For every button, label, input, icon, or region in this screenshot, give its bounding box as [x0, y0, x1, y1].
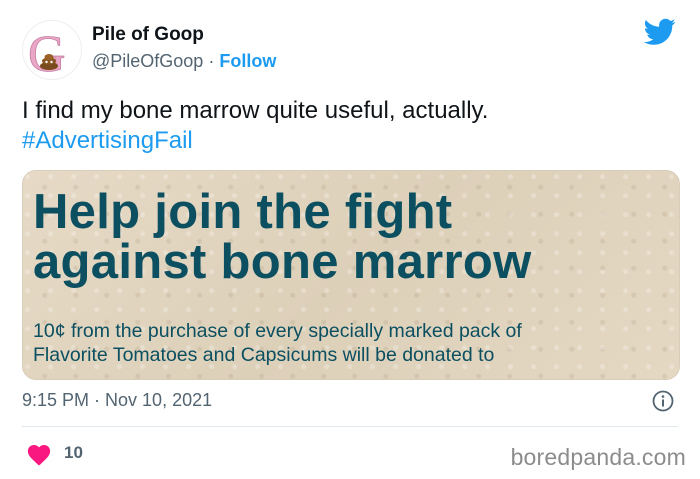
author-handle-row: @PileOfGoop · Follow [92, 51, 276, 72]
tweet-text: I find my bone marrow quite useful, actu… [22, 96, 672, 156]
svg-text:G: G [28, 26, 66, 79]
ad-headline-line-1: Help join the fight [33, 185, 453, 239]
pile-of-goop-logo-icon: G [28, 26, 66, 79]
tweet-body: I find my bone marrow quite useful, actu… [22, 97, 489, 124]
follow-button[interactable]: Follow [219, 51, 276, 71]
ad-body-line-1: 10¢ from the purchase of every specially… [33, 320, 522, 342]
avatar[interactable]: G [22, 20, 82, 80]
boredpanda-watermark: boredpanda.com [510, 444, 686, 470]
ad-headline-line-2: against bone marrow [33, 235, 532, 289]
author-name[interactable]: Pile of Goop [92, 24, 204, 46]
divider [22, 426, 678, 427]
hashtag-link[interactable]: #AdvertisingFail [22, 126, 672, 156]
ad-headline: Help join the fight against bone marrow [33, 187, 673, 287]
ad-body-line-2: Flavorite Tomatoes and Capsicums will be… [33, 344, 495, 366]
author-handle[interactable]: @PileOfGoop [92, 51, 203, 71]
tweet-timestamp[interactable]: 9:15 PM · Nov 10, 2021 [22, 390, 212, 411]
ad-body-text: 10¢ from the purchase of every specially… [33, 319, 673, 367]
twitter-bird-icon[interactable] [644, 18, 676, 46]
tweet-media-image[interactable]: Help join the fight against bone marrow … [22, 170, 680, 380]
info-icon[interactable] [652, 390, 674, 412]
heart-icon[interactable] [26, 442, 52, 466]
separator-dot: · [208, 51, 215, 71]
like-count: 10 [64, 443, 83, 462]
